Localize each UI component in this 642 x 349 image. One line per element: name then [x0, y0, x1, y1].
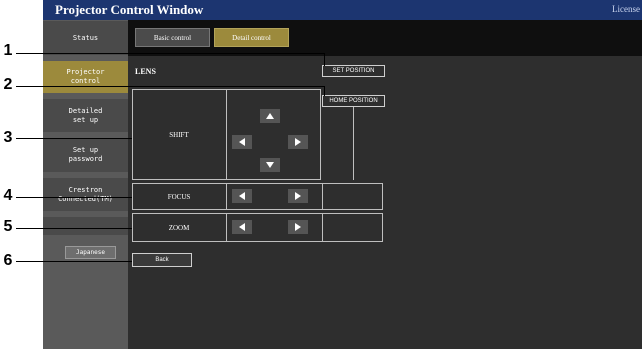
arrow-down-icon — [266, 162, 274, 168]
sidebar-item-label: password — [68, 155, 103, 163]
focus-label: FOCUS — [167, 193, 191, 201]
focus-panel: FOCUS — [132, 183, 383, 210]
callout-line-2 — [16, 86, 325, 87]
callout-6: 6 — [3, 252, 13, 269]
callout-line-6 — [16, 261, 132, 262]
sidebar-item-label: Crestron — [68, 185, 103, 194]
sidebar-item-label: Projector — [66, 68, 105, 76]
arrow-left-icon — [239, 223, 245, 231]
sidebar-item-projector-control[interactable]: Projector control — [43, 61, 128, 93]
sidebar-item-detailed-setup[interactable]: Detailed set up — [43, 99, 128, 132]
arrow-left-icon — [239, 138, 245, 146]
back-button[interactable]: Back — [132, 253, 192, 267]
divider — [322, 214, 323, 241]
sidebar-item-label: control — [70, 77, 101, 85]
callout-line-4 — [16, 197, 132, 198]
sidebar-item-label: Status — [72, 33, 99, 42]
sidebar-item-status[interactable]: Status — [43, 21, 128, 55]
sidebar-item-label: Connected(TM) — [58, 194, 113, 203]
shift-right-button[interactable] — [288, 135, 308, 149]
sidebar: Status Projector control Detailed set up… — [43, 20, 128, 349]
divider — [322, 184, 323, 209]
callout-line-5 — [16, 228, 132, 229]
divider — [226, 184, 227, 209]
shift-down-button[interactable] — [260, 158, 280, 172]
callout-line-1 — [324, 53, 325, 66]
zoom-right-button[interactable] — [288, 220, 308, 234]
shift-left-button[interactable] — [232, 135, 252, 149]
zoom-label: ZOOM — [168, 224, 190, 232]
tab-detail-control[interactable]: Detail control — [214, 28, 289, 47]
set-position-button[interactable]: SET POSITION — [322, 65, 385, 77]
sidebar-item-crestron[interactable]: Crestron Connected(TM) — [43, 178, 128, 211]
lens-heading: LENS — [135, 67, 156, 76]
sidebar-item-label: Set up — [72, 146, 99, 154]
title-bar: Projector Control Window License — [43, 0, 642, 20]
callout-line-1 — [16, 53, 325, 54]
arrow-right-icon — [295, 138, 301, 146]
callout-line-2 — [324, 86, 325, 96]
sidebar-item-label: set up — [72, 115, 99, 124]
window-title: Projector Control Window — [55, 2, 204, 17]
arrow-left-icon — [239, 192, 245, 200]
shift-label: SHIFT — [169, 131, 189, 139]
callout-4: 4 — [3, 187, 13, 204]
top-strip — [43, 20, 642, 56]
zoom-panel: ZOOM — [132, 213, 383, 242]
arrow-right-icon — [295, 223, 301, 231]
callout-2: 2 — [3, 76, 13, 93]
focus-left-button[interactable] — [232, 189, 252, 203]
divider — [353, 107, 354, 180]
zoom-left-button[interactable] — [232, 220, 252, 234]
language-button[interactable]: Japanese — [65, 246, 116, 259]
sidebar-item-setup-password[interactable]: Set up password — [43, 138, 128, 172]
callout-5: 5 — [3, 218, 13, 235]
sidebar-item-blank — [43, 217, 128, 235]
focus-right-button[interactable] — [288, 189, 308, 203]
tab-basic-control[interactable]: Basic control — [135, 28, 210, 47]
callout-3: 3 — [3, 129, 13, 146]
license-link[interactable]: License — [612, 4, 640, 14]
arrow-up-icon — [266, 113, 274, 119]
shift-up-button[interactable] — [260, 109, 280, 123]
callout-1: 1 — [3, 42, 13, 59]
arrow-right-icon — [295, 192, 301, 200]
divider — [226, 90, 227, 179]
home-position-button[interactable]: HOME POSITION — [322, 95, 385, 107]
sidebar-item-label: Detailed — [68, 106, 103, 115]
divider — [226, 214, 227, 241]
callout-line-3 — [16, 138, 132, 139]
shift-panel: SHIFT — [132, 89, 321, 180]
